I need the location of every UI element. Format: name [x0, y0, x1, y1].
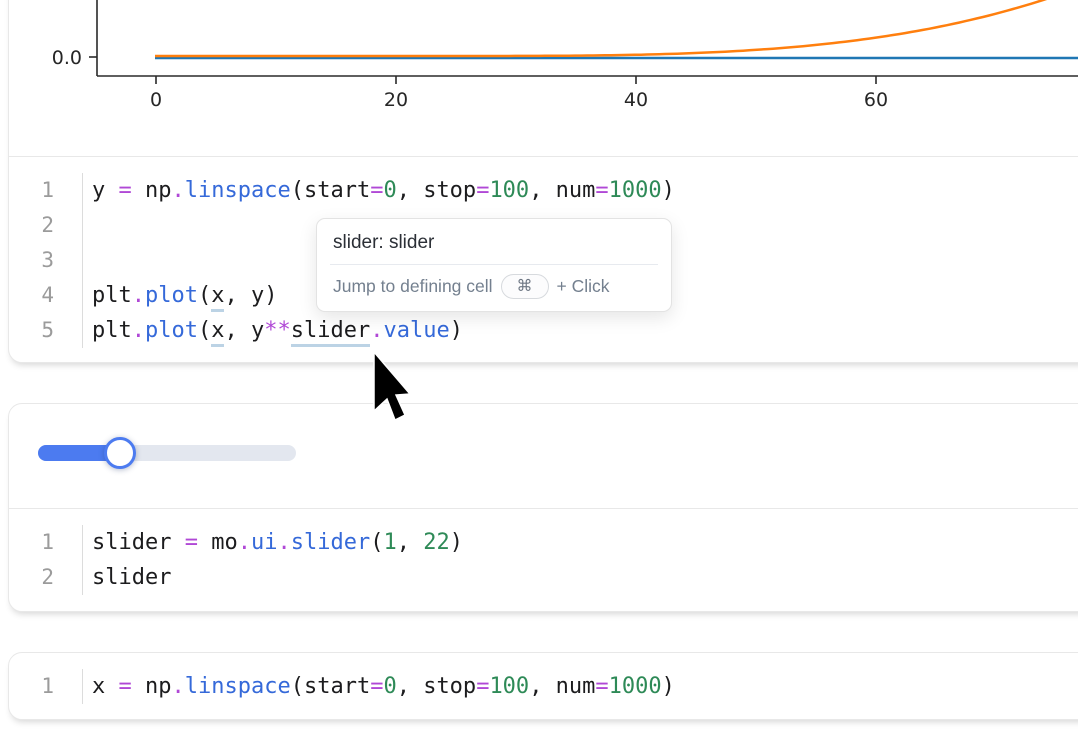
variable-reference: x: [211, 283, 224, 312]
code-line[interactable]: 1x = np.linspace(start=0, stop=100, num=…: [9, 669, 1078, 704]
variable-reference: x: [211, 318, 224, 347]
jump-to-defining-cell-action[interactable]: Jump to defining cell: [333, 276, 493, 297]
variable-tooltip: slider: slider Jump to defining cell ⌘ +…: [316, 218, 672, 312]
code-line[interactable]: 1y = np.linspace(start=0, stop=100, num=…: [9, 173, 1078, 208]
code-line[interactable]: 2slider: [9, 560, 1078, 595]
line-number: 1: [9, 669, 83, 704]
line-number: 5: [9, 313, 83, 348]
code-line[interactable]: 5plt.plot(x, y**slider.value): [9, 313, 1078, 348]
code-text[interactable]: slider: [83, 565, 171, 590]
line-number: 2: [9, 208, 83, 243]
code-text[interactable]: plt.plot(x, y**slider.value): [83, 318, 463, 343]
code-editor-slider[interactable]: 1slider = mo.ui.slider(1, 22)2slider: [9, 509, 1078, 611]
click-hint: + Click: [557, 276, 610, 297]
cell-slider: 1slider = mo.ui.slider(1, 22)2slider: [8, 403, 1078, 612]
code-text[interactable]: x = np.linspace(start=0, stop=100, num=1…: [83, 674, 675, 699]
line-number: 4: [9, 278, 83, 313]
code-line[interactable]: 1slider = mo.ui.slider(1, 22): [9, 525, 1078, 560]
tooltip-title: slider: slider: [317, 219, 671, 264]
variable-reference: slider: [291, 318, 370, 347]
line-number: 3: [9, 243, 83, 278]
code-text[interactable]: plt.plot(x, y): [83, 283, 277, 308]
cell-x: 1x = np.linspace(start=0, stop=100, num=…: [8, 652, 1078, 720]
line-number: 2: [9, 560, 83, 595]
line-number: 1: [9, 173, 83, 208]
code-text[interactable]: slider = mo.ui.slider(1, 22): [83, 530, 463, 555]
slider-handle[interactable]: [104, 437, 136, 469]
tooltip-action-row[interactable]: Jump to defining cell ⌘ + Click: [317, 265, 671, 311]
code-editor-x[interactable]: 1x = np.linspace(start=0, stop=100, num=…: [9, 653, 1078, 719]
mouse-cursor-icon: [370, 352, 424, 432]
command-key-badge: ⌘: [501, 274, 549, 299]
line-number: 1: [9, 525, 83, 560]
slider-widget[interactable]: [38, 445, 296, 461]
code-text[interactable]: y = np.linspace(start=0, stop=100, num=1…: [83, 178, 675, 203]
